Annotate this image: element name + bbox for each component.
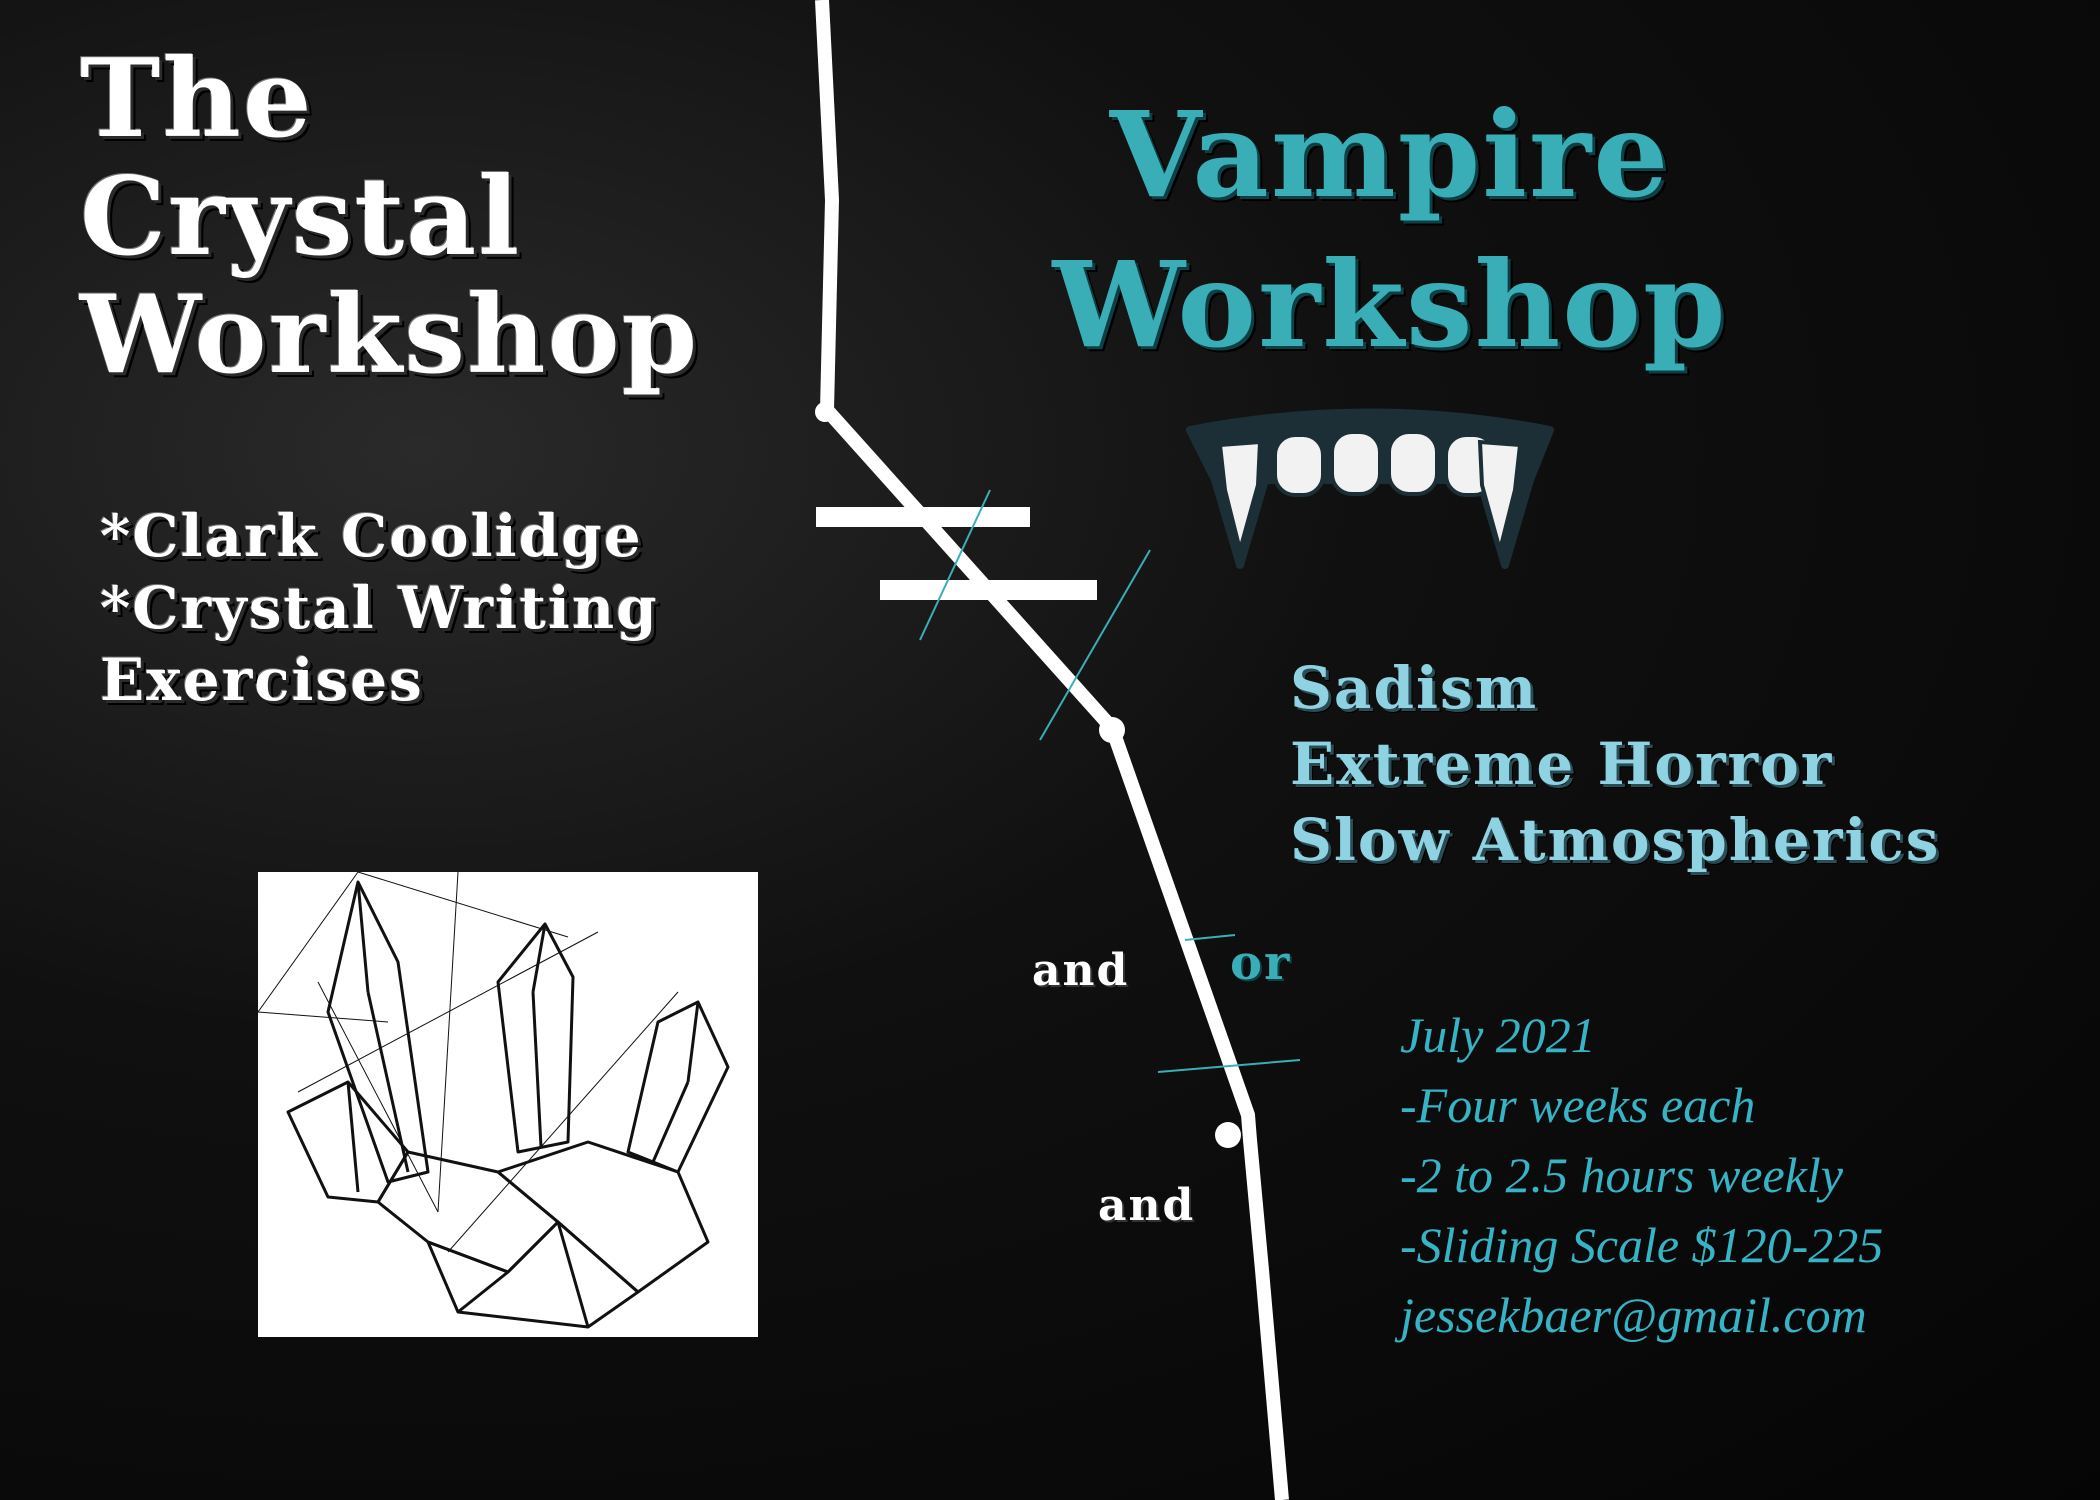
title-line: Workshop: [1052, 235, 1728, 374]
or-label: or: [1230, 935, 1292, 991]
workshop-details: July 2021 -Four weeks each -2 to 2.5 hou…: [1400, 1000, 2080, 1350]
detail-price: -Sliding Scale $120-225: [1400, 1217, 1884, 1273]
detail-date: July 2021: [1400, 1007, 1596, 1063]
crystal-workshop-bullets: *Clark Coolidge *Crystal Writing Exercis…: [100, 500, 780, 716]
bullet-item: *Clark Coolidge: [100, 502, 643, 570]
and-label: and: [1032, 945, 1130, 996]
title-line: Crystal: [80, 154, 522, 280]
title-line: Vampire: [1109, 85, 1671, 224]
bullet-item: Exercises: [100, 646, 424, 714]
detail-email[interactable]: jessekbaer@gmail.com: [1400, 1280, 2080, 1350]
crystal-icon: [257, 871, 730, 1329]
title-line: Workshop: [80, 272, 700, 398]
vampire-workshop-topics: Sadism Extreme Horror Slow Atmospherics: [1290, 650, 2050, 878]
topic-item: Slow Atmospherics: [1290, 806, 1941, 874]
vampire-workshop-title: Vampire Workshop: [990, 80, 1790, 380]
topic-item: Sadism: [1290, 654, 1539, 722]
crystal-cluster-illustration: [257, 871, 758, 1337]
topic-item: Extreme Horror: [1290, 730, 1834, 798]
crystal-workshop-title: The Crystal Workshop: [80, 40, 780, 394]
title-line: The: [80, 36, 314, 162]
bullet-item: *Crystal Writing: [100, 574, 659, 642]
vampire-fangs-icon: [1186, 408, 1554, 569]
detail-hours: -2 to 2.5 hours weekly: [1400, 1147, 1843, 1203]
and-label: and: [1098, 1180, 1196, 1231]
detail-duration: -Four weeks each: [1400, 1077, 1756, 1133]
